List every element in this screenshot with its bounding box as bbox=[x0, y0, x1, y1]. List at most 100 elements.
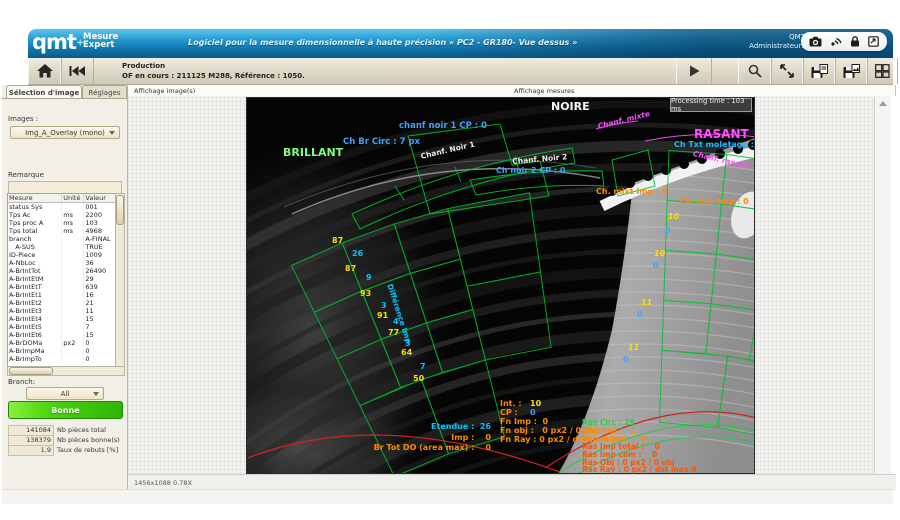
tab-affichage-mesures[interactable]: Affichage mesures bbox=[508, 85, 896, 96]
image-annotation: 3 bbox=[405, 340, 411, 348]
chevron-down-icon bbox=[93, 392, 99, 396]
image-dropdown[interactable]: Img_A_Overlay (mono) bbox=[10, 126, 120, 139]
table-row[interactable]: branch A-FINAL bbox=[8, 235, 116, 243]
table-cell: 11 bbox=[84, 307, 116, 315]
table-cell: ID-Piece bbox=[8, 251, 62, 259]
table-cell: 29 bbox=[84, 275, 116, 283]
table-cell: Tps Ac bbox=[8, 211, 62, 219]
table-cell: A-FINAL bbox=[84, 235, 116, 243]
fullscreen-button[interactable] bbox=[770, 58, 804, 84]
image-annotation: CP : bbox=[500, 409, 518, 417]
table-cell: ms bbox=[62, 227, 84, 235]
table-row[interactable]: A-BrIntEt5 7 bbox=[8, 323, 116, 331]
table-row[interactable]: A-BrDOMapx20 bbox=[8, 339, 116, 347]
tab-divider bbox=[2, 98, 127, 99]
table-cell bbox=[62, 259, 84, 267]
status-button[interactable]: Bonne bbox=[8, 401, 123, 419]
window-switch-icon[interactable] bbox=[868, 36, 879, 47]
image-annotation: 9 bbox=[366, 274, 372, 282]
logo-sub: Mesure Expert bbox=[83, 33, 118, 49]
title-banner: qmt+ Mesure Expert Logiciel pour la mesu… bbox=[28, 29, 893, 58]
layout-grid-button[interactable] bbox=[866, 58, 898, 84]
table-row[interactable]: A-NbLoc36 bbox=[8, 259, 116, 267]
play-button[interactable] bbox=[676, 58, 712, 84]
table-cell: 0 bbox=[84, 355, 116, 363]
image-annotation: 10 bbox=[530, 400, 541, 408]
search-button[interactable] bbox=[738, 58, 772, 84]
image-annotation: Int. : bbox=[500, 400, 522, 408]
user-role: Administrateurs bbox=[749, 42, 805, 51]
table-row[interactable]: Tps proc Ams103 bbox=[8, 219, 116, 227]
table-vscroll-thumb[interactable] bbox=[116, 195, 124, 225]
table-cell: A-BrImpTo bbox=[8, 355, 62, 363]
app-window: { "banner": { "brand": "qmt", "brand_lin… bbox=[0, 0, 900, 520]
stat-row: 1,9Taux de rebuts [%] bbox=[8, 445, 118, 455]
table-row[interactable]: A-BrImpTo 0 bbox=[8, 355, 116, 363]
table-cell bbox=[62, 291, 84, 299]
search-icon bbox=[748, 64, 762, 78]
table-row[interactable]: A-BrIntTot26490 bbox=[8, 267, 116, 275]
home-button[interactable] bbox=[28, 58, 62, 84]
table-cell: branch bbox=[8, 235, 62, 243]
rewind-button[interactable] bbox=[60, 58, 94, 84]
canvas-vscrollbar[interactable] bbox=[874, 97, 891, 474]
tab-affichage-images[interactable]: Affichage image(s) bbox=[128, 85, 514, 96]
table-cell bbox=[62, 347, 84, 355]
table-row[interactable]: A-BrIntEtM 29 bbox=[8, 275, 116, 283]
table-header[interactable]: Unité bbox=[62, 194, 84, 203]
stat-value: 1,9 bbox=[8, 445, 54, 456]
table-row[interactable]: A-BrIntEt615 bbox=[8, 331, 116, 339]
table-cell: 103 bbox=[84, 219, 116, 227]
table-hscrollbar[interactable] bbox=[7, 366, 125, 376]
camera-image[interactable]: Processing time : 103 ms BRILLANTNOIRERA… bbox=[246, 97, 755, 474]
annotation-layer: BRILLANTNOIRERASANTchanf noir 1 CP : 0Ch… bbox=[246, 97, 755, 474]
camera-icon[interactable] bbox=[809, 36, 822, 47]
image-annotation: chanf noir 1 CP : 0 bbox=[399, 122, 487, 131]
signal-icon[interactable] bbox=[830, 36, 842, 47]
table-row[interactable]: A-BrIntEt311 bbox=[8, 307, 116, 315]
table-cell: 001 bbox=[84, 203, 116, 212]
table-cell: A-BrIntEtM bbox=[8, 275, 62, 283]
table-row[interactable]: Tps Acms2200 bbox=[8, 211, 116, 219]
table-cell: 26490 bbox=[84, 267, 116, 275]
image-annotation: Ch Txt moletage : 0 bbox=[674, 141, 755, 149]
image-annotation: 91 bbox=[377, 312, 388, 320]
table-header[interactable]: Valeur bbox=[84, 194, 116, 203]
table-hscroll-thumb[interactable] bbox=[9, 367, 53, 375]
table-row[interactable]: Tps totalms4968 bbox=[8, 227, 116, 235]
save-file-button[interactable] bbox=[802, 58, 836, 84]
table-cell: A-BrIntEt5 bbox=[8, 323, 62, 331]
image-annotation: 3 bbox=[381, 302, 387, 310]
image-annotation: 10 bbox=[668, 213, 679, 221]
table-row[interactable]: A-BrIntEtT639 bbox=[8, 283, 116, 291]
table-row[interactable]: status Sys001 bbox=[8, 203, 116, 212]
tab-reglages[interactable]: Réglages bbox=[82, 85, 127, 99]
lock-icon[interactable] bbox=[850, 36, 860, 47]
stat-row: 141084Nb pièces total bbox=[8, 425, 106, 435]
table-row[interactable]: ID-Piece1009 bbox=[8, 251, 116, 259]
resize-arrows-icon bbox=[780, 64, 794, 78]
tab-selection-image[interactable]: Sélection d'image bbox=[6, 85, 82, 99]
image-annotation: Ch Br Circ : 7 px bbox=[343, 138, 420, 147]
table-row[interactable]: A-BrIntEt116 bbox=[8, 291, 116, 299]
table-row[interactable]: A-BrIntEt221 bbox=[8, 299, 116, 307]
table-header[interactable]: Mesure bbox=[8, 194, 62, 203]
measure-table[interactable]: MesureUnitéValeur status Sys001Tps Acms2… bbox=[7, 193, 117, 367]
table-cell: A-BrIntEt1 bbox=[8, 291, 62, 299]
image-annotation: 10 bbox=[654, 250, 665, 258]
table-cell bbox=[62, 267, 84, 275]
table-vscrollbar[interactable] bbox=[115, 193, 125, 367]
table-row[interactable]: A-SUSTRUE bbox=[8, 243, 116, 251]
table-row[interactable]: A-BrImpMa0 bbox=[8, 347, 116, 355]
image-annotation: 64 bbox=[401, 349, 412, 357]
table-cell: 7 bbox=[84, 323, 116, 331]
table-row[interactable]: A-BrIntEt415 bbox=[8, 315, 116, 323]
branch-dropdown[interactable]: All bbox=[26, 387, 104, 400]
table-cell bbox=[62, 307, 84, 315]
image-annotation: Ch. ras. Imp : 0 bbox=[680, 198, 749, 206]
table-cell: Tps total bbox=[8, 227, 62, 235]
of-line: OF en cours : 211125 M288, Référence : 1… bbox=[122, 71, 305, 81]
save-image-button[interactable] bbox=[834, 58, 868, 84]
table-cell: 639 bbox=[84, 283, 116, 291]
logo-qmt: qmt bbox=[32, 30, 76, 54]
